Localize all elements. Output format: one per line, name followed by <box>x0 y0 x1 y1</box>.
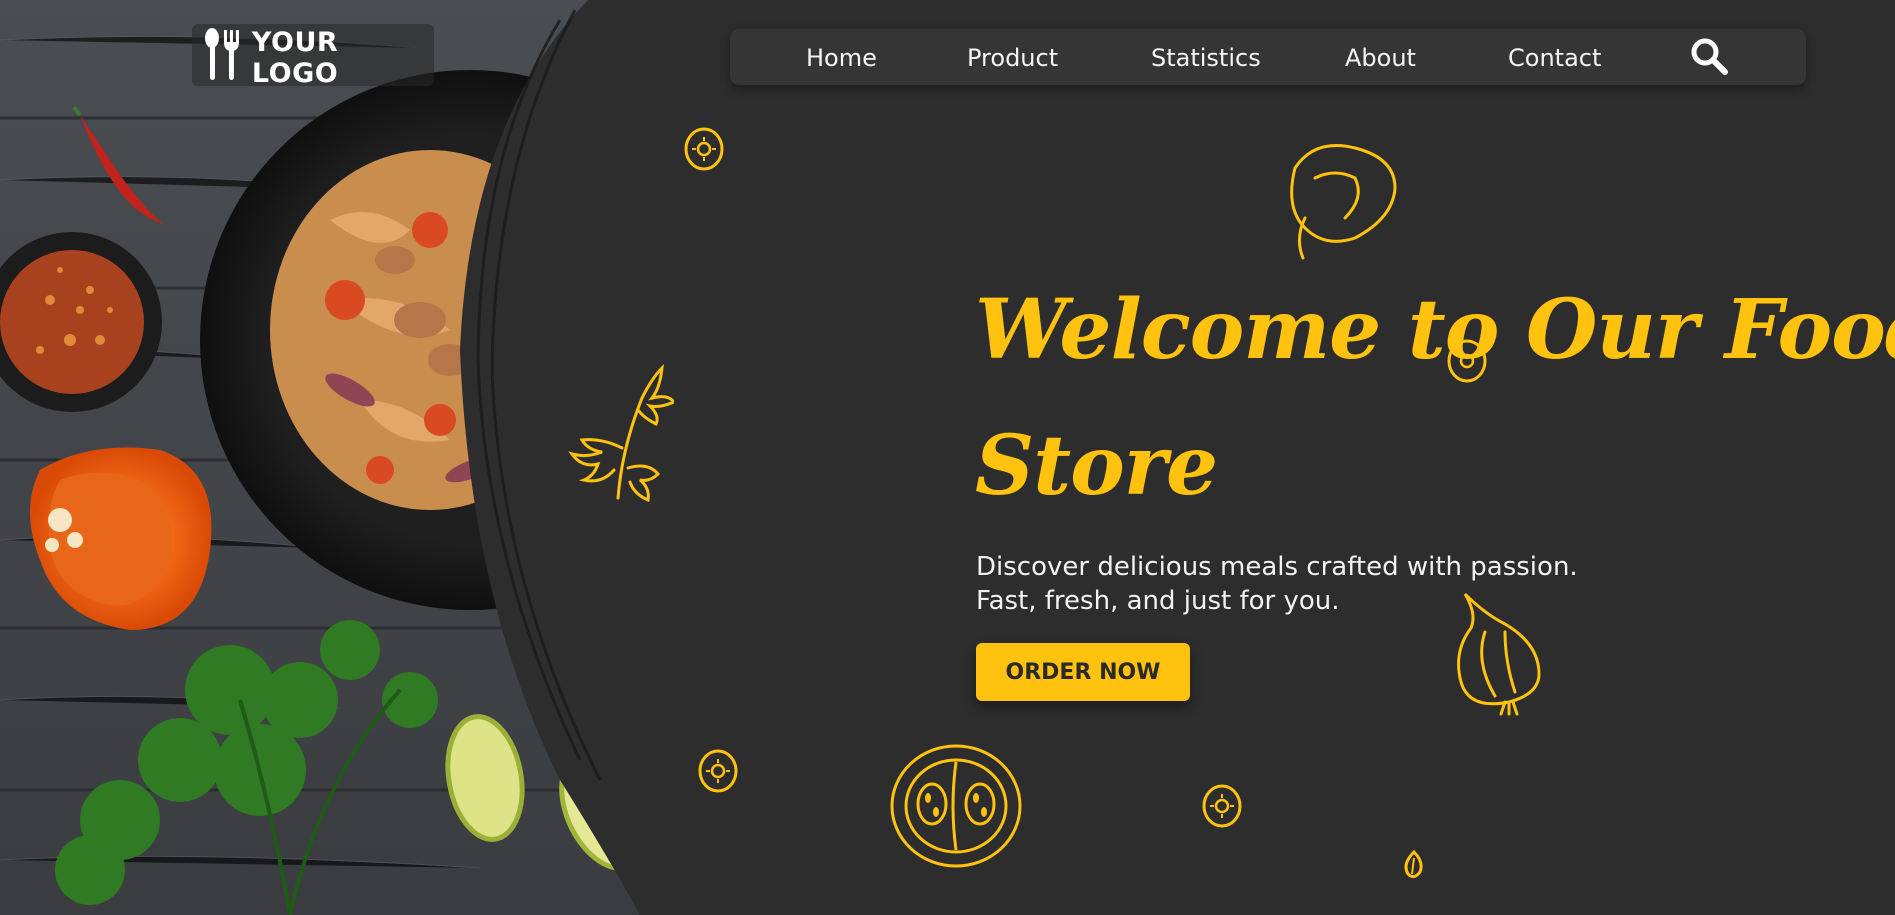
parsley-doodle-icon <box>568 363 674 503</box>
tomato-half-doodle-icon <box>890 744 1022 868</box>
seed-doodle-icon <box>1404 850 1423 879</box>
nav-product[interactable]: Product <box>967 44 1058 72</box>
hero-title: Welcome to Our Food Store <box>975 262 1895 534</box>
search-icon[interactable] <box>1688 35 1730 77</box>
order-now-button[interactable]: ORDER NOW <box>976 643 1190 701</box>
nav-about[interactable]: About <box>1345 44 1416 72</box>
hero-subtitle: Discover delicious meals crafted with pa… <box>976 550 1676 618</box>
hero-subtitle-line1: Discover delicious meals crafted with pa… <box>976 552 1578 582</box>
tomato-slice-doodle-icon <box>698 749 738 793</box>
nav-statistics[interactable]: Statistics <box>1151 44 1261 72</box>
bell-pepper-doodle-icon <box>1290 144 1397 260</box>
hero-subtitle-line2: Fast, fresh, and just for you. <box>976 586 1340 616</box>
hero-title-line1: Welcome to Our Food <box>975 282 1895 378</box>
hero-title-line2: Store <box>975 418 1218 514</box>
nav-home[interactable]: Home <box>806 44 877 72</box>
nav-contact[interactable]: Contact <box>1508 44 1601 72</box>
tomato-slice-doodle-icon <box>1202 784 1242 828</box>
logo-text: YOUR LOGO <box>251 27 339 89</box>
fork-and-spoon-icon <box>204 28 239 80</box>
top-navigation: Home Product Statistics About Contact <box>730 29 1806 85</box>
tomato-slice-doodle-icon <box>684 127 724 171</box>
brand-logo[interactable]: YOUR LOGO <box>192 24 434 89</box>
